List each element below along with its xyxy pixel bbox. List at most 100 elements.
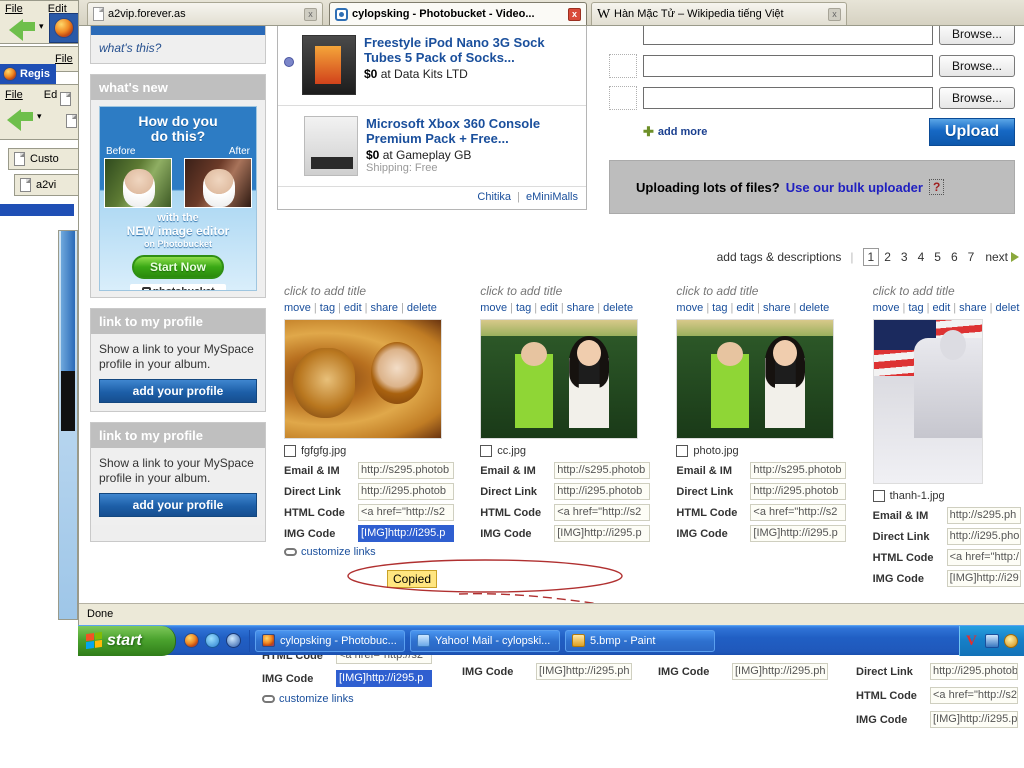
edit-link[interactable]: edit bbox=[344, 302, 362, 314]
edit-link[interactable]: edit bbox=[540, 302, 558, 314]
html-code-field[interactable]: <a href="http://s2 bbox=[554, 504, 651, 521]
email-im-field[interactable]: http://s295.photob bbox=[554, 462, 651, 479]
close-icon[interactable]: x bbox=[304, 7, 317, 21]
tag-link[interactable]: tag bbox=[516, 302, 531, 314]
upload-file-input[interactable] bbox=[643, 55, 933, 77]
close-icon[interactable]: x bbox=[568, 7, 581, 21]
add-more-link[interactable]: add more bbox=[658, 126, 708, 138]
page-7-button[interactable]: 7 bbox=[963, 250, 980, 264]
file-item-custo[interactable]: Custo bbox=[8, 148, 84, 170]
photo-checkbox[interactable] bbox=[284, 445, 296, 457]
img-code-field[interactable]: [IMG]http://i295.ph bbox=[536, 663, 632, 680]
close-icon[interactable]: x bbox=[828, 7, 841, 21]
email-im-field[interactable]: http://s295.ph bbox=[946, 507, 1021, 524]
ad-item[interactable]: Freestyle iPod Nano 3G Sock Tubes 5 Pack… bbox=[278, 26, 586, 106]
upload-button[interactable]: Upload bbox=[929, 118, 1015, 146]
whats-this-link[interactable]: what's this? bbox=[99, 41, 257, 55]
next-page-link[interactable]: next bbox=[985, 250, 1008, 264]
customize-links-row[interactable]: customize links bbox=[262, 693, 452, 705]
start-now-button[interactable]: Start Now bbox=[132, 255, 224, 279]
help-icon[interactable]: ? bbox=[928, 179, 945, 195]
share-link[interactable]: share bbox=[567, 302, 595, 314]
firefox-icon[interactable] bbox=[49, 13, 79, 43]
photo-title-placeholder[interactable]: click to add title bbox=[480, 284, 676, 298]
network-icon[interactable] bbox=[985, 633, 999, 648]
ad-item[interactable]: Microsoft Xbox 360 Console Premium Pack … bbox=[278, 106, 586, 187]
messenger-icon[interactable] bbox=[1004, 633, 1018, 648]
email-im-field[interactable]: http://s295.photob bbox=[750, 462, 847, 479]
img-code-field[interactable]: [IMG]http://i295.ph bbox=[732, 663, 828, 680]
page-3-button[interactable]: 3 bbox=[896, 250, 913, 264]
browse-button[interactable]: Browse... bbox=[939, 26, 1015, 45]
img-code-field[interactable]: [IMG]http://i295.p bbox=[336, 670, 432, 687]
desktop-icon[interactable] bbox=[205, 633, 220, 648]
photo-checkbox[interactable] bbox=[676, 445, 689, 457]
bgwin-1-file[interactable]: File bbox=[5, 3, 23, 15]
page-5-button[interactable]: 5 bbox=[929, 250, 946, 264]
page-6-button[interactable]: 6 bbox=[946, 250, 963, 264]
bgwin-3-edit[interactable]: Ed bbox=[44, 89, 57, 101]
direct-link-field[interactable]: http://i295.photob bbox=[358, 483, 454, 500]
email-im-field[interactable]: http://s295.photob bbox=[358, 462, 454, 479]
back-dropdown-icon[interactable]: ▾ bbox=[39, 21, 44, 32]
img-code-field[interactable]: [IMG]http://i295.ph bbox=[930, 711, 1018, 728]
img-code-field[interactable]: [IMG]http://i295.p bbox=[750, 525, 847, 542]
tag-link[interactable]: tag bbox=[712, 302, 727, 314]
share-link[interactable]: share bbox=[371, 302, 399, 314]
volume-icon[interactable]: V bbox=[966, 633, 980, 648]
upload-file-input[interactable] bbox=[643, 26, 933, 45]
photo-checkbox[interactable] bbox=[480, 445, 493, 457]
photo-thumbnail[interactable] bbox=[676, 319, 835, 439]
next-arrow-icon[interactable] bbox=[1011, 252, 1019, 262]
delete-link[interactable]: delete bbox=[603, 302, 633, 314]
image-editor-promo[interactable]: How do you do this? Before After with th… bbox=[99, 106, 257, 291]
delete-link[interactable]: delet bbox=[996, 302, 1020, 314]
photo-checkbox[interactable] bbox=[872, 490, 885, 502]
photo-thumbnail[interactable] bbox=[284, 319, 442, 439]
browse-button[interactable]: Browse... bbox=[939, 87, 1015, 109]
photo-title-placeholder[interactable]: click to add title bbox=[676, 284, 872, 298]
delete-link[interactable]: delete bbox=[407, 302, 437, 314]
photo-title-placeholder[interactable]: click to add title bbox=[873, 284, 1024, 298]
bgwin-3[interactable]: File Ed ▾ bbox=[0, 84, 84, 140]
html-code-field[interactable]: <a href="http://s2 bbox=[930, 687, 1018, 704]
add-tags-descriptions-link[interactable]: add tags & descriptions bbox=[717, 250, 842, 264]
html-code-field[interactable]: <a href="http://s2 bbox=[750, 504, 847, 521]
move-link[interactable]: move bbox=[480, 302, 507, 314]
direct-link-field[interactable]: http://i295.photob bbox=[750, 483, 847, 500]
sidebar-panel-partial-button[interactable]: add your profile bbox=[99, 493, 257, 517]
back-dropdown-icon[interactable]: ▾ bbox=[37, 111, 42, 122]
start-button[interactable]: start bbox=[78, 625, 176, 656]
move-link[interactable]: move bbox=[873, 302, 900, 314]
bgwin-2-file[interactable]: File bbox=[55, 53, 73, 65]
img-code-field[interactable]: [IMG]http://i295.p bbox=[358, 525, 454, 542]
ad-footer-eminimalls[interactable]: eMiniMalls bbox=[526, 191, 578, 203]
move-link[interactable]: move bbox=[284, 302, 311, 314]
edit-link[interactable]: edit bbox=[933, 302, 951, 314]
taskbar-button-paint[interactable]: 5.bmp - Paint bbox=[565, 629, 715, 652]
browse-button[interactable]: Browse... bbox=[939, 55, 1015, 77]
back-arrow-icon[interactable] bbox=[9, 19, 23, 41]
bg-scroll-column[interactable] bbox=[58, 230, 78, 620]
tab-wikipedia[interactable]: W Hàn Mặc Tử – Wikipedia tiếng Việt x bbox=[591, 2, 847, 25]
back-arrow-icon[interactable] bbox=[7, 109, 21, 131]
tab-a2vip[interactable]: a2vip.forever.as x bbox=[87, 2, 323, 25]
move-link[interactable]: move bbox=[676, 302, 703, 314]
direct-link-field[interactable]: http://i295.photob bbox=[930, 663, 1018, 680]
tab-photobucket[interactable]: cylopsking - Photobucket - Video... x bbox=[329, 2, 587, 25]
tag-link[interactable]: tag bbox=[908, 302, 923, 314]
edit-link[interactable]: edit bbox=[736, 302, 754, 314]
share-link[interactable]: share bbox=[763, 302, 791, 314]
bg-taskbar-button[interactable]: Regis bbox=[0, 64, 56, 84]
img-code-field[interactable]: [IMG]http://i29 bbox=[946, 570, 1021, 587]
html-code-field[interactable]: <a href="http:/ bbox=[946, 549, 1021, 566]
taskbar-button-photobucket[interactable]: cylopsking - Photobuc... bbox=[255, 629, 405, 652]
taskbar-button-yahoo[interactable]: Yahoo! Mail - cylopski... bbox=[410, 629, 560, 652]
delete-link[interactable]: delete bbox=[799, 302, 829, 314]
direct-link-field[interactable]: http://i295.photob bbox=[554, 483, 651, 500]
ad-title[interactable]: Freestyle iPod Nano 3G Sock Tubes 5 Pack… bbox=[364, 35, 545, 65]
page-2-button[interactable]: 2 bbox=[879, 250, 896, 264]
upload-file-input[interactable] bbox=[643, 87, 933, 109]
media-player-icon[interactable] bbox=[226, 633, 241, 648]
html-code-field[interactable]: <a href="http://s2 bbox=[358, 504, 454, 521]
